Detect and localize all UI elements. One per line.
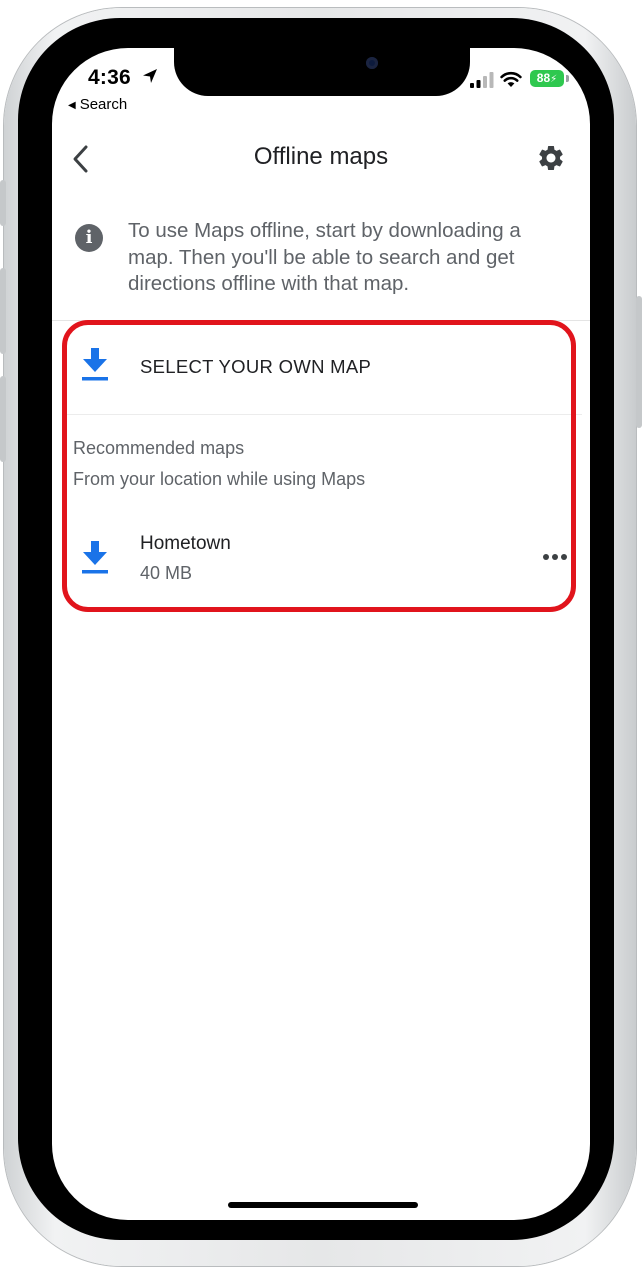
battery-cap: [566, 75, 569, 82]
info-icon: i: [75, 224, 103, 252]
front-camera: [366, 57, 378, 69]
mute-switch: [0, 180, 6, 226]
back-app-label: Search: [79, 96, 128, 113]
info-message: To use Maps offline, start by downloadin…: [128, 219, 521, 295]
battery-level: 88: [536, 71, 551, 85]
volume-up-button: [0, 268, 6, 354]
back-to-app-link[interactable]: ◀ Search: [68, 96, 127, 113]
page-title: Offline maps: [253, 143, 389, 170]
wifi-icon: [500, 71, 522, 87]
back-triangle-icon: ◀: [68, 100, 76, 111]
location-arrow-icon: [143, 69, 157, 83]
notch: [174, 48, 470, 96]
gear-icon[interactable]: [536, 143, 566, 173]
volume-down-button: [0, 376, 6, 462]
power-button: [636, 296, 642, 428]
status-time: 4:36: [88, 66, 131, 89]
phone-screen: 4:36 ◀ Search 88⚡ Offline maps i To use M…: [52, 48, 590, 1220]
signal-icon: [470, 72, 494, 88]
home-indicator[interactable]: [228, 1202, 418, 1208]
highlight-annotation: [62, 320, 576, 612]
battery-icon: 88⚡: [530, 70, 564, 87]
